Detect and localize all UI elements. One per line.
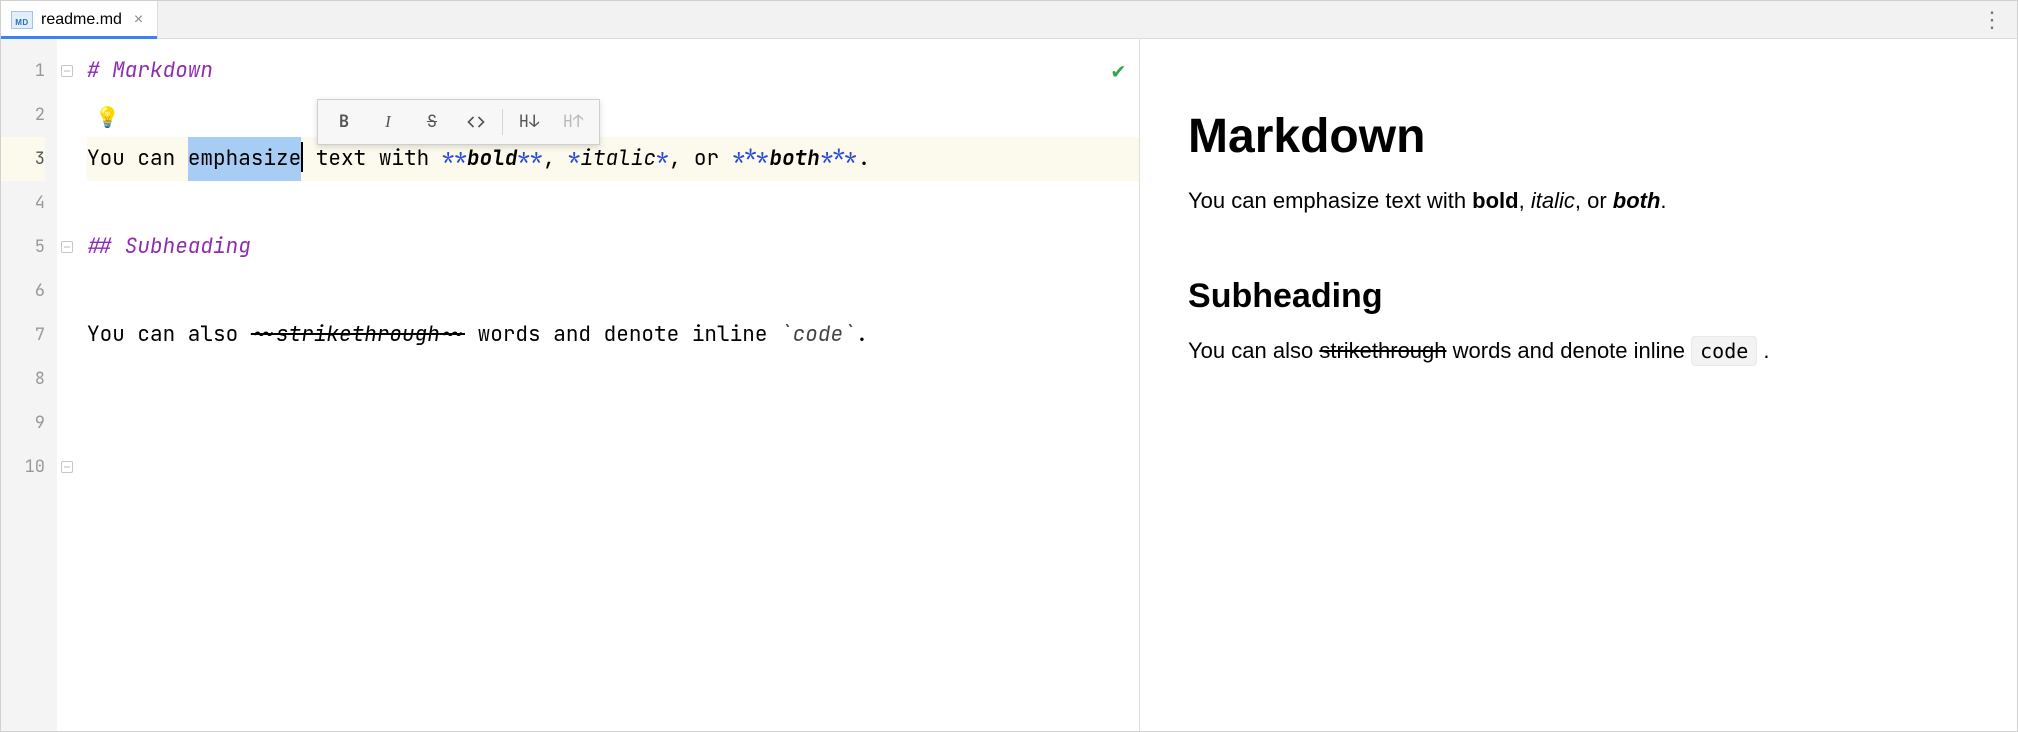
text-token: . — [1660, 188, 1666, 213]
code-button[interactable] — [454, 103, 498, 141]
line-number: 9 — [1, 401, 45, 445]
text-token: , — [1519, 188, 1531, 213]
italic-text: italic — [1531, 188, 1575, 213]
text-token: . — [856, 313, 869, 357]
strikethrough-icon: S — [427, 100, 437, 144]
code-line[interactable] — [87, 181, 1139, 225]
fold-handle[interactable] — [61, 461, 73, 473]
text-token: , or — [1575, 188, 1613, 213]
tab-overflow-menu-icon[interactable]: ⋮ — [1981, 1, 2003, 38]
markdown-file-icon: MD — [11, 11, 33, 29]
line-number: 5 — [1, 225, 45, 269]
text-token: You can also — [87, 313, 251, 357]
heading-up-button[interactable]: H↑ — [551, 103, 595, 141]
text-token: You can — [87, 137, 188, 181]
code-line[interactable]: You can emphasize text with **bold**, *i… — [87, 137, 1139, 181]
fold-handle[interactable] — [61, 65, 73, 77]
heading-token: # Markdown — [87, 49, 213, 93]
tab-readme[interactable]: MD readme.md × — [1, 1, 158, 38]
heading-down-button[interactable]: H↓ — [507, 103, 551, 141]
code-line[interactable] — [87, 357, 1139, 401]
text-token: You can emphasize text with — [1188, 188, 1472, 213]
heading-up-icon: H↑ — [563, 100, 583, 144]
line-number: 2 — [1, 93, 45, 137]
code-delim: ` — [780, 313, 793, 357]
heading-token: ## Subheading — [87, 225, 251, 269]
preview-pane: Markdown You can emphasize text with bol… — [1140, 39, 2017, 731]
line-number: 6 — [1, 269, 45, 313]
intention-bulb-icon[interactable]: 💡 — [95, 95, 120, 139]
strike-text: strikethrough — [1319, 338, 1446, 363]
bold-icon: B — [339, 100, 349, 144]
code-delim: ` — [843, 313, 856, 357]
heading-down-icon: H↓ — [519, 100, 539, 144]
editor-pane: 12345678910 💡 ✔ B I S H↓ H↑ — [1, 39, 1140, 731]
text-selection: emphasize — [188, 137, 301, 181]
code-line[interactable] — [87, 445, 1139, 489]
editor-preview-split: 12345678910 💡 ✔ B I S H↓ H↑ — [1, 39, 2017, 731]
code-area[interactable]: 💡 ✔ B I S H↓ H↑ # Markdown You can empha… — [77, 39, 1139, 731]
inline-code: code — [1691, 336, 1757, 366]
strike-delim: ~~ — [251, 313, 276, 357]
bolditalic-delim: *** — [820, 137, 858, 181]
fold-column — [57, 39, 77, 731]
tab-filename: readme.md — [41, 11, 122, 29]
line-number: 10 — [1, 445, 45, 489]
strikethrough-button[interactable]: S — [410, 103, 454, 141]
line-number: 3 — [1, 137, 45, 181]
preview-paragraph: You can also strikethrough words and den… — [1188, 334, 1969, 367]
floating-format-toolbar: B I S H↓ H↑ — [317, 99, 600, 145]
strike-delim: ~~ — [440, 313, 465, 357]
bold-button[interactable]: B — [322, 103, 366, 141]
text-token: . — [1757, 338, 1769, 363]
code-token: code — [793, 313, 843, 357]
code-line[interactable]: ## Subheading — [87, 225, 1139, 269]
code-line[interactable] — [87, 269, 1139, 313]
code-line[interactable] — [87, 93, 1139, 137]
text-token: , or — [669, 137, 732, 181]
preview-h1: Markdown — [1188, 109, 1969, 164]
line-number: 4 — [1, 181, 45, 225]
bolditalic-delim: *** — [732, 137, 770, 181]
text-caret — [301, 142, 303, 172]
fold-handle[interactable] — [61, 241, 73, 253]
line-number: 1 — [1, 49, 45, 93]
preview-h2: Subheading — [1188, 277, 1969, 316]
inspections-ok-icon[interactable]: ✔ — [1112, 49, 1125, 93]
bolditalic-text: both — [1613, 188, 1661, 213]
line-number: 8 — [1, 357, 45, 401]
text-token: words and denote inline — [465, 313, 780, 357]
italic-button[interactable]: I — [366, 103, 410, 141]
tab-close-icon[interactable]: × — [134, 11, 143, 29]
text-token: You can also — [1188, 338, 1319, 363]
text-token: words and denote inline — [1447, 338, 1692, 363]
bolditalic-token: both — [769, 137, 819, 181]
tab-strip: MD readme.md × ⋮ — [1, 1, 2017, 39]
preview-paragraph: You can emphasize text with bold, italic… — [1188, 184, 1969, 217]
line-number-gutter: 12345678910 — [1, 39, 57, 731]
toolbar-separator — [502, 109, 503, 135]
code-line[interactable] — [87, 401, 1139, 445]
italic-delim: * — [656, 137, 669, 181]
code-line[interactable]: You can also ~~strikethrough~~ words and… — [87, 313, 1139, 357]
line-number: 7 — [1, 313, 45, 357]
italic-icon: I — [385, 100, 391, 144]
text-token: . — [858, 137, 871, 181]
strike-token: strikethrough — [276, 313, 440, 357]
code-line[interactable]: # Markdown — [87, 49, 1139, 93]
bold-text: bold — [1472, 188, 1518, 213]
code-icon — [466, 112, 486, 132]
